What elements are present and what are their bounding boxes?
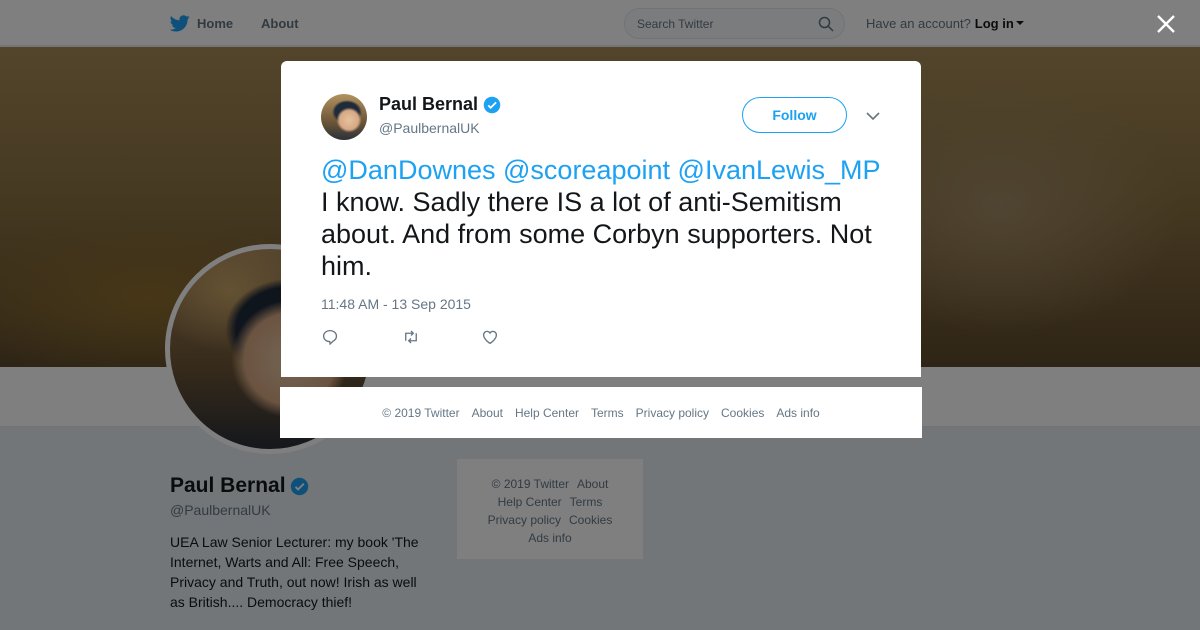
mention-link[interactable]: @DanDownes [321,155,496,185]
tweet-author-name-text: Paul Bernal [379,94,479,114]
close-icon[interactable] [1154,12,1178,36]
follow-button[interactable]: Follow [742,97,847,133]
retweet-button[interactable] [401,327,481,347]
tweet-actions [321,327,561,347]
mention-link[interactable]: @IvanLewis_MP [678,155,881,185]
tweet-timestamp[interactable]: 11:48 AM - 13 Sep 2015 [321,296,471,312]
modal-footer-copyright: © 2019 Twitter [382,405,460,420]
chevron-down-icon[interactable] [865,108,881,124]
retweet-icon [405,330,417,344]
modal-footer-privacy-link[interactable]: Privacy policy [636,406,709,420]
mention-link[interactable]: @scoreapoint [503,155,670,185]
modal-footer-cookies-link[interactable]: Cookies [721,406,764,420]
tweet-author-avatar[interactable] [321,94,367,140]
modal-footer-terms-link[interactable]: Terms [591,406,624,420]
tweet-modal: Paul Bernal @PaulbernalUK Follow @DanDow… [281,61,921,377]
modal-footer: © 2019 Twitter About Help Center Terms P… [280,387,922,438]
modal-footer-about-link[interactable]: About [472,406,503,420]
like-button[interactable] [481,327,561,347]
like-icon [482,330,498,345]
verified-badge-icon [483,96,501,113]
modal-footer-ads-link[interactable]: Ads info [776,406,819,420]
reply-icon [322,329,338,346]
tweet-author-name[interactable]: Paul Bernal [379,94,501,115]
modal-footer-help-link[interactable]: Help Center [515,406,579,420]
tweet-body: I know. Sadly there IS a lot of anti-Sem… [321,187,872,281]
tweet-author-handle[interactable]: @PaulbernalUK [379,120,480,136]
reply-button[interactable] [321,327,401,347]
tweet-text: @DanDownes @scoreapoint @IvanLewis_MP I … [321,154,881,282]
